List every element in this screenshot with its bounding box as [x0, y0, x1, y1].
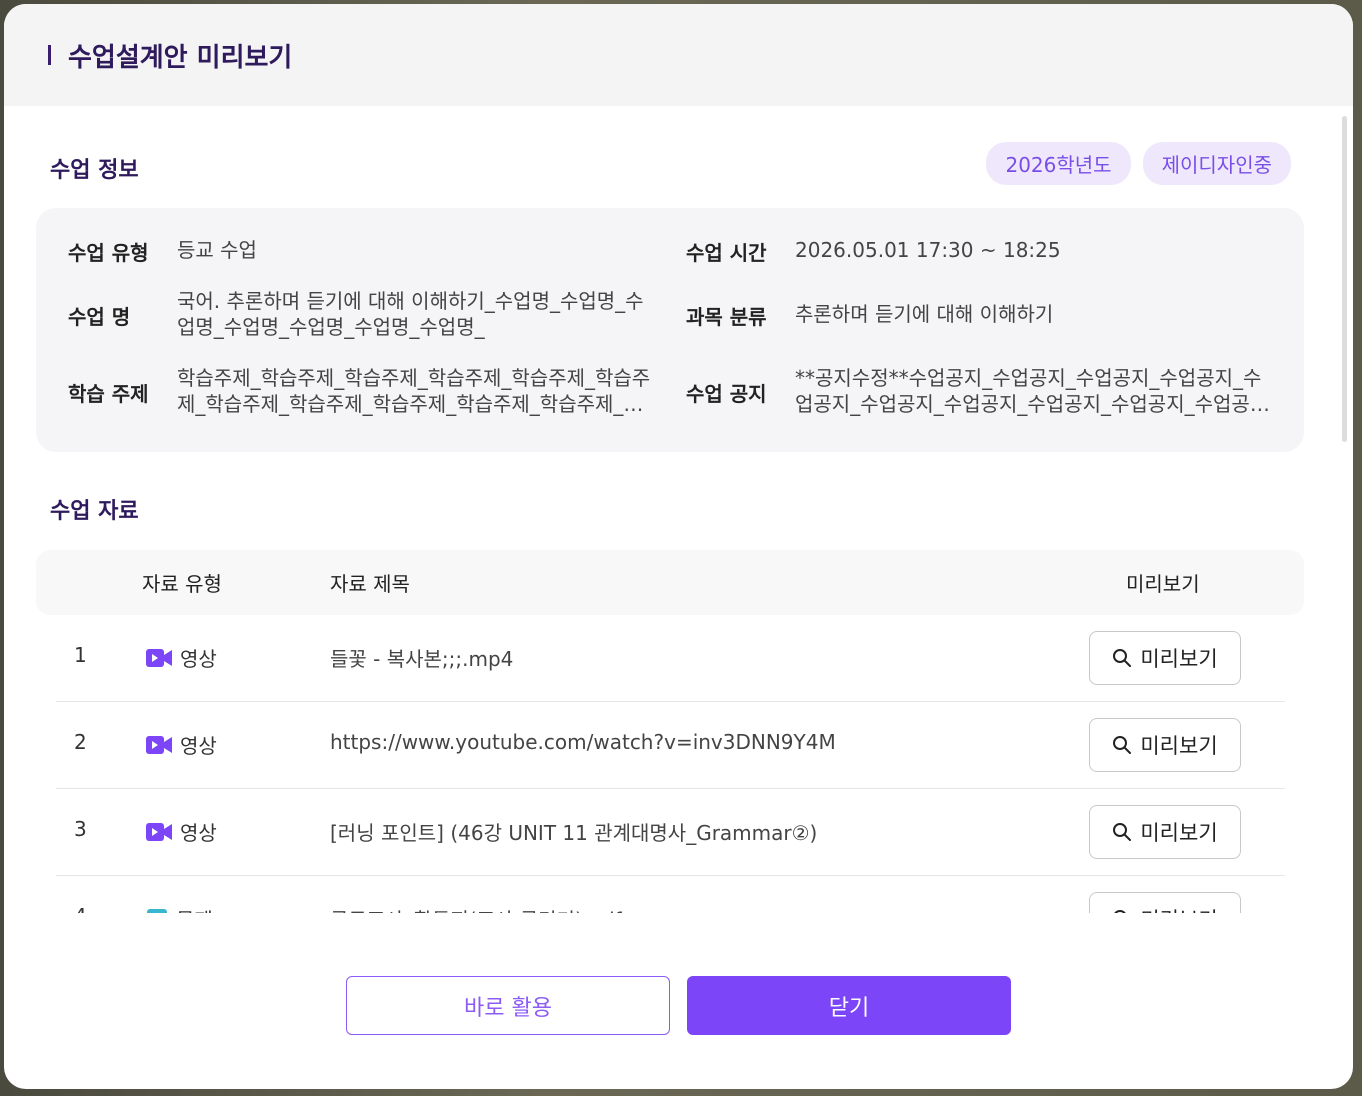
- close-button[interactable]: 닫기: [687, 976, 1011, 1035]
- preview-button[interactable]: 미리보기: [1089, 631, 1241, 685]
- material-type: 영상: [146, 817, 217, 846]
- name-value: 국어. 추론하며 듣기에 대해 이해하기_수업명_수업명_수업명_수업명_수업명…: [177, 289, 644, 339]
- video-icon: [146, 648, 172, 667]
- material-title: [러닝 포인트] (46강 UNIT 11 관계대명사_Grammar②): [330, 821, 818, 845]
- notice-value: **공지수정**수업공지_수업공지_수업공지_수업공지_수업공지_수업공지_수업…: [795, 366, 1269, 416]
- modal-title: 수업설계안 미리보기: [68, 42, 293, 73]
- time-value: 2026.05.01 17:30 ~ 18:25: [795, 238, 1061, 262]
- material-title: 글로조사_활동지(조사 글리기).pdf: [330, 904, 622, 913]
- material-type-label: 영상: [180, 734, 217, 758]
- table-row: 4 문제 글로조사_활동지(조사 글리기).pdf 미리보기: [56, 876, 1285, 913]
- preview-button-label: 미리보기: [1140, 734, 1218, 758]
- search-icon: [1113, 823, 1132, 841]
- lesson-plan-preview-modal: 수업설계안 미리보기 수업 정보 2026학년도 제이디자인중 수업 유형 등교…: [4, 4, 1353, 1089]
- title-accent-bar: [48, 45, 51, 65]
- material-type: 문제: [146, 904, 213, 913]
- subject-value: 추론하며 듣기에 대해 이해하기: [795, 302, 1054, 326]
- column-preview: 미리보기: [1126, 572, 1200, 596]
- class-info-title: 수업 정보: [50, 158, 139, 183]
- material-type: 영상: [146, 730, 217, 759]
- table-row: 3 영상 [러닝 포인트] (46강 UNIT 11 관계대명사_Grammar…: [56, 789, 1285, 876]
- column-type: 자료 유형: [142, 572, 222, 596]
- topic-value: 학습주제_학습주제_학습주제_학습주제_학습주제_학습주제_학습주제_학습주제_…: [177, 366, 651, 416]
- material-title: 들꽃 - 복사본;;;.mp4: [330, 647, 514, 671]
- materials-title: 수업 자료: [50, 499, 139, 524]
- video-icon: [146, 735, 172, 754]
- badge-group: 2026학년도 제이디자인중: [986, 142, 1291, 185]
- table-row: 1 영상 들꽃 - 복사본;;;.mp4 미리보기: [56, 615, 1285, 702]
- modal-header: 수업설계안 미리보기: [4, 4, 1353, 106]
- row-number: 4: [74, 904, 87, 913]
- school-badge: 제이디자인중: [1142, 142, 1291, 185]
- use-now-button[interactable]: 바로 활용: [346, 976, 670, 1035]
- search-icon: [1113, 649, 1132, 667]
- type-label: 수업 유형: [68, 241, 149, 265]
- document-icon: [147, 908, 167, 913]
- video-icon: [146, 822, 172, 841]
- materials-list[interactable]: 1 영상 들꽃 - 복사본;;;.mp4 미리보기 2 영상 https://w…: [4, 615, 1353, 913]
- preview-button-label: 미리보기: [1140, 821, 1218, 845]
- row-number: 3: [74, 817, 87, 841]
- row-number: 1: [74, 643, 87, 667]
- table-row: 2 영상 https://www.youtube.com/watch?v=inv…: [56, 702, 1285, 789]
- time-label: 수업 시간: [686, 241, 767, 265]
- material-type-label: 영상: [180, 647, 217, 671]
- materials-table-header: 자료 유형 자료 제목 미리보기: [36, 550, 1304, 615]
- subject-label: 과목 분류: [686, 305, 767, 329]
- search-icon: [1114, 910, 1127, 913]
- topic-label: 학습 주제: [68, 382, 149, 406]
- modal-body[interactable]: 수업 정보 2026학년도 제이디자인중 수업 유형 등교 수업 수업 시간 2…: [4, 106, 1353, 914]
- material-type: 영상: [146, 643, 217, 672]
- material-type-label: 문제: [176, 904, 213, 913]
- column-title: 자료 제목: [330, 572, 410, 596]
- preview-button[interactable]: 미리보기: [1089, 892, 1241, 913]
- name-label: 수업 명: [68, 305, 131, 329]
- preview-button[interactable]: 미리보기: [1089, 805, 1241, 859]
- year-badge: 2026학년도: [986, 142, 1131, 185]
- scrollbar-thumb[interactable]: [1342, 116, 1347, 442]
- preview-button-label: 미리보기: [1140, 647, 1218, 671]
- class-info-box: 수업 유형 등교 수업 수업 시간 2026.05.01 17:30 ~ 18:…: [36, 208, 1304, 452]
- preview-button[interactable]: 미리보기: [1089, 718, 1241, 772]
- notice-label: 수업 공지: [686, 382, 767, 406]
- row-number: 2: [74, 730, 87, 754]
- search-icon: [1113, 736, 1132, 754]
- preview-button-label: 미리보기: [1140, 904, 1217, 913]
- type-value: 등교 수업: [177, 238, 257, 262]
- material-title: https://www.youtube.com/watch?v=inv3DNN9…: [330, 730, 836, 754]
- material-type-label: 영상: [180, 821, 217, 845]
